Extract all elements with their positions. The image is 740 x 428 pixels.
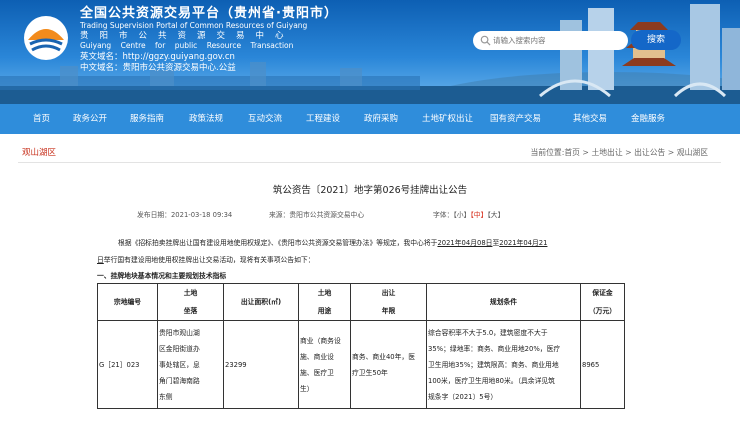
domain-english: 英文域名：http://ggzy.guiyang.gov.cn xyxy=(80,52,235,62)
section-title: 观山湖区 xyxy=(22,148,57,158)
font-small-link[interactable]: 【小】 xyxy=(453,211,470,219)
main-nav: 首页 政务公开 服务指南 政策法规 互动交流 工程建设 政府采购 土地矿权出让 … xyxy=(0,104,740,134)
search-button[interactable]: 搜索 xyxy=(631,30,681,50)
col-header-term: 出让 年限 xyxy=(350,283,427,321)
font-size-label: 字体： xyxy=(433,211,454,219)
nav-land-mining[interactable]: 土地矿权出让 xyxy=(422,104,473,134)
col-header-location: 土地 坐落 xyxy=(157,283,224,321)
nav-other[interactable]: 其他交易 xyxy=(573,104,607,134)
search-icon xyxy=(480,35,491,46)
cell-term: 商务、商业40年，医 疗卫生50年 xyxy=(350,320,427,409)
nav-procurement[interactable]: 政府采购 xyxy=(364,104,398,134)
col-header-area: 出让面积(㎡) xyxy=(223,283,299,321)
header-banner: 全国公共资源交易平台（贵州省·贵阳市） Trading Supervision … xyxy=(0,0,740,104)
font-large-link[interactable]: 【大】 xyxy=(487,211,504,219)
nav-service-guide[interactable]: 服务指南 xyxy=(130,104,164,134)
publish-date: 发布日期：2021-03-18 09:34 xyxy=(137,211,233,219)
cell-planning: 综合容积率不大于5.0，建筑密度不大于 35%；绿地率：商务、商业用地20%，医… xyxy=(426,320,581,409)
nav-state-assets[interactable]: 国有资产交易 xyxy=(490,104,541,134)
nav-finance[interactable]: 金融服务 xyxy=(631,104,665,134)
platform-logo-icon xyxy=(24,16,68,60)
domain-chinese: 中文域名：贵阳市公共资源交易中心.公益 xyxy=(80,63,236,73)
section-heading: 一、挂牌地块基本情况和主要规划技术指标 xyxy=(97,272,227,280)
nav-gov-affairs[interactable]: 政务公开 xyxy=(73,104,107,134)
col-header-usage: 土地 用途 xyxy=(298,283,351,321)
cell-area: 23299 xyxy=(223,320,299,409)
font-medium-link[interactable]: 【中】 xyxy=(470,211,487,219)
nav-policy[interactable]: 政策法规 xyxy=(189,104,223,134)
cell-parcel-id: G［21］023 xyxy=(97,320,158,409)
search-input[interactable] xyxy=(493,33,623,48)
nav-construction[interactable]: 工程建设 xyxy=(306,104,340,134)
land-parcel-table: 宗地编号 土地 坐落 出让面积(㎡) 土地 用途 出让 年限 规划条件 保证金 … xyxy=(97,283,625,409)
col-header-planning: 规划条件 xyxy=(426,283,581,321)
article-source: 来源：贵阳市公共资源交易中心 xyxy=(269,211,365,219)
site-title-english: Trading Supervision Portal of Common Res… xyxy=(80,21,308,30)
breadcrumb-bar: 观山湖区 当前位置:首页 > 土地出让 > 出让公告 > 观山湖区 xyxy=(18,144,721,163)
breadcrumb[interactable]: 当前位置:首页 > 土地出让 > 出让公告 > 观山湖区 xyxy=(531,147,708,158)
org-name-english: Guiyang Centre for public Resource Trans… xyxy=(80,41,294,50)
col-header-parcel-id: 宗地编号 xyxy=(97,283,158,321)
font-size-control: 字体：【小】【中】【大】 xyxy=(433,209,504,219)
site-title: 全国公共资源交易平台（贵州省·贵阳市） xyxy=(80,6,338,21)
cell-deposit: 8965 xyxy=(580,320,625,409)
col-header-deposit: 保证金 （万元） xyxy=(580,283,625,321)
paragraph-1: 根据《招标拍卖挂牌出让国有建设用地使用权规定》、《贵阳市公共资源交易管理办法》等… xyxy=(118,239,548,247)
cell-location: 贵阳市观山湖 区金阳街道办 事处辖区，息 角门碧海南路 东侧 xyxy=(157,320,224,409)
org-name: 贵阳市公共资源交易中心 xyxy=(80,31,295,41)
article-title: 筑公资告〔2021〕地字第026号挂牌出让公告 xyxy=(272,185,468,196)
nav-home[interactable]: 首页 xyxy=(33,104,50,134)
cell-usage: 商业（商务设 施、商业设 施、医疗卫 生） xyxy=(298,320,351,409)
table-row: G［21］023 贵阳市观山湖 区金阳街道办 事处辖区，息 角门碧海南路 东侧 … xyxy=(97,320,625,409)
nav-interaction[interactable]: 互动交流 xyxy=(248,104,282,134)
paragraph-2: 日举行国有建设用地使用权挂牌出让交易活动，现将有关事项公告如下： xyxy=(97,256,315,264)
